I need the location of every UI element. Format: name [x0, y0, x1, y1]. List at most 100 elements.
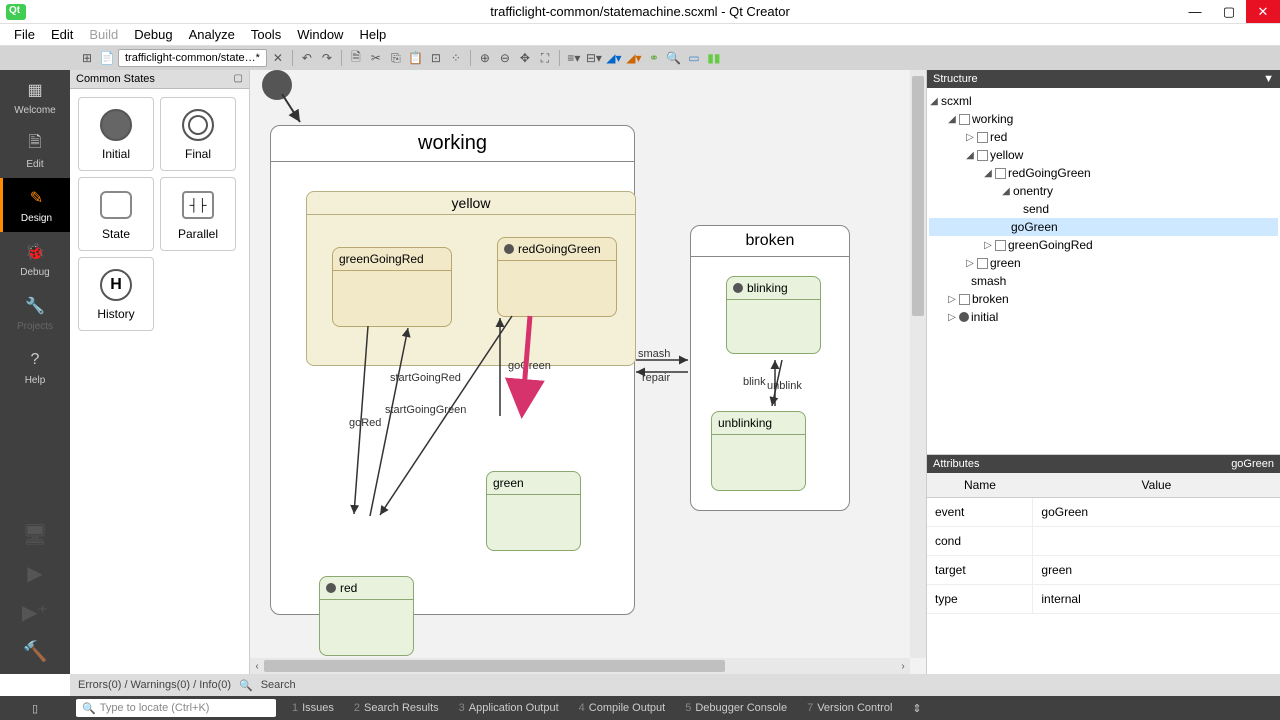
menu-analyze[interactable]: Analyze	[181, 25, 243, 44]
label-unblink: unblink	[767, 380, 802, 392]
tab-search-results[interactable]: 2Search Results	[344, 702, 449, 714]
label-goGreen: goGreen	[508, 360, 551, 372]
panel-toggle-icon[interactable]: ▯	[32, 702, 38, 715]
attr-row[interactable]: typeinternal	[927, 585, 1280, 614]
save-icon[interactable]: 🗎	[347, 49, 365, 67]
cut-icon[interactable]: ✂	[367, 49, 385, 67]
menu-debug[interactable]: Debug	[126, 25, 180, 44]
titlebar: trafficlight-common/statemachine.scxml -…	[0, 0, 1280, 24]
tab-issues[interactable]: 1Issues	[282, 702, 344, 714]
palette-header: Common States	[70, 70, 249, 89]
vertical-scrollbar[interactable]	[910, 70, 926, 658]
expand-icon[interactable]: ⇕	[902, 702, 931, 715]
search-label[interactable]: Search	[261, 679, 296, 691]
attr-row[interactable]: cond	[927, 527, 1280, 556]
undo-icon[interactable]: ↶	[298, 49, 316, 67]
bug-icon: 🐞	[23, 240, 47, 264]
nav-design[interactable]: ✎Design	[0, 178, 70, 232]
monitor-icon[interactable]: 🖥	[22, 522, 47, 547]
pencil-icon: ✎	[25, 186, 49, 210]
minimize-button[interactable]: —	[1178, 0, 1212, 23]
attributes-panel: AttributesgoGreen NameValue eventgoGreen…	[927, 454, 1280, 674]
initial-node[interactable]	[262, 70, 292, 100]
state-unblinking[interactable]: unblinking	[711, 411, 806, 491]
palette-state[interactable]: State	[78, 177, 154, 251]
nav-projects[interactable]: 🔧Projects	[0, 286, 70, 340]
search-icon: 🔍	[82, 702, 96, 715]
zoomin-icon[interactable]: ⊕	[476, 49, 494, 67]
close-button[interactable]: ✕	[1246, 0, 1280, 23]
image-icon[interactable]: ⊡	[427, 49, 445, 67]
attrs-selected: goGreen	[1231, 458, 1274, 470]
search-icon[interactable]: 🔍	[665, 49, 683, 67]
tab-debugger[interactable]: 5Debugger Console	[675, 702, 797, 714]
state-yellow[interactable]: yellow greenGoingRed redGoingGreen	[306, 191, 636, 366]
doc-icon[interactable]: 📄	[98, 49, 116, 67]
filter-icon[interactable]: ▼	[1263, 73, 1274, 85]
nav-welcome[interactable]: ▦Welcome	[0, 70, 70, 124]
structure-header: Structure▼	[927, 70, 1280, 88]
nav-help[interactable]: ?Help	[0, 340, 70, 394]
state-blinking[interactable]: blinking	[726, 276, 821, 354]
align-icon[interactable]: ≡▾	[565, 49, 583, 67]
fit-icon[interactable]: ⛶	[536, 49, 554, 67]
label-smash: smash	[638, 348, 670, 360]
pan-icon[interactable]: ✥	[516, 49, 534, 67]
copy-icon[interactable]: ⎘	[387, 49, 405, 67]
redo-icon[interactable]: ↷	[318, 49, 336, 67]
attr-row[interactable]: eventgoGreen	[927, 498, 1280, 527]
maximize-button[interactable]: ▢	[1212, 0, 1246, 23]
state-green[interactable]: green	[486, 471, 581, 551]
state-broken[interactable]: broken blinking unblinking	[690, 225, 850, 511]
menu-build[interactable]: Build	[81, 25, 126, 44]
build-icon[interactable]: 🔨	[23, 639, 48, 664]
state-redGoingGreen[interactable]: redGoingGreen	[497, 237, 617, 317]
state-working[interactable]: working yellow greenGoingRed redGoingGre…	[270, 125, 635, 615]
color2-icon[interactable]: ◢▾	[625, 49, 643, 67]
label-repair: repair	[642, 372, 670, 384]
palette-history[interactable]: HHistory	[78, 257, 154, 331]
state-greenGoingRed[interactable]: greenGoingRed	[332, 247, 452, 327]
paste-icon[interactable]: 📋	[407, 49, 425, 67]
grid-icon: ▦	[23, 78, 47, 102]
palette-parallel[interactable]: ┤├Parallel	[160, 177, 236, 251]
adjust-icon[interactable]: ⊟▾	[585, 49, 603, 67]
menu-help[interactable]: Help	[351, 25, 394, 44]
left-sidebar: ▦Welcome 🗎Edit ✎Design 🐞Debug 🔧Projects …	[0, 70, 70, 674]
locator-input[interactable]: 🔍Type to locate (Ctrl+K)	[76, 699, 276, 717]
palette-final[interactable]: Final	[160, 97, 236, 171]
run-icon[interactable]: ▶	[27, 561, 42, 586]
canvas[interactable]: working yellow greenGoingRed redGoingGre…	[250, 70, 926, 674]
nav-edit[interactable]: 🗎Edit	[0, 124, 70, 178]
palette-initial[interactable]: Initial	[78, 97, 154, 171]
menu-tools[interactable]: Tools	[243, 25, 289, 44]
stats-icon[interactable]: ▮▮	[705, 49, 723, 67]
wrench-icon: 🔧	[23, 294, 47, 318]
statusbar: ▯ 🔍Type to locate (Ctrl+K) 1Issues 2Sear…	[0, 696, 1280, 720]
color1-icon[interactable]: ◢▾	[605, 49, 623, 67]
state-red[interactable]: red	[319, 576, 414, 656]
search-icon[interactable]: 🔍	[239, 679, 253, 692]
split-icon[interactable]: ⊞	[78, 49, 96, 67]
col-name: Name	[927, 473, 1033, 498]
structure-tree[interactable]: ◢scxml ◢working ▷red ◢yellow ◢redGoingGr…	[927, 88, 1280, 454]
document-tab[interactable]: trafficlight-common/state…*	[118, 49, 267, 67]
tab-version-control[interactable]: 7Version Control	[797, 702, 902, 714]
right-panel: Structure▼ ◢scxml ◢working ▷red ◢yellow …	[926, 70, 1280, 674]
label-startGoingGreen: startGoingGreen	[385, 404, 466, 416]
screen-icon[interactable]: ▭	[685, 49, 703, 67]
menu-window[interactable]: Window	[289, 25, 351, 44]
close-doc-icon[interactable]: ✕	[269, 49, 287, 67]
init-dot-icon	[326, 583, 336, 593]
attr-row[interactable]: targetgreen	[927, 556, 1280, 585]
menu-file[interactable]: File	[6, 25, 43, 44]
menu-edit[interactable]: Edit	[43, 25, 81, 44]
run-debug-icon[interactable]: ▶⁺	[22, 600, 48, 625]
tab-compile-output[interactable]: 4Compile Output	[569, 702, 676, 714]
horizontal-scrollbar[interactable]: ‹›	[250, 658, 910, 674]
nav-debug[interactable]: 🐞Debug	[0, 232, 70, 286]
zoomout-icon[interactable]: ⊖	[496, 49, 514, 67]
tab-app-output[interactable]: 3Application Output	[449, 702, 569, 714]
attach-icon[interactable]: ⚭	[645, 49, 663, 67]
grid-icon[interactable]: ⁘	[447, 49, 465, 67]
